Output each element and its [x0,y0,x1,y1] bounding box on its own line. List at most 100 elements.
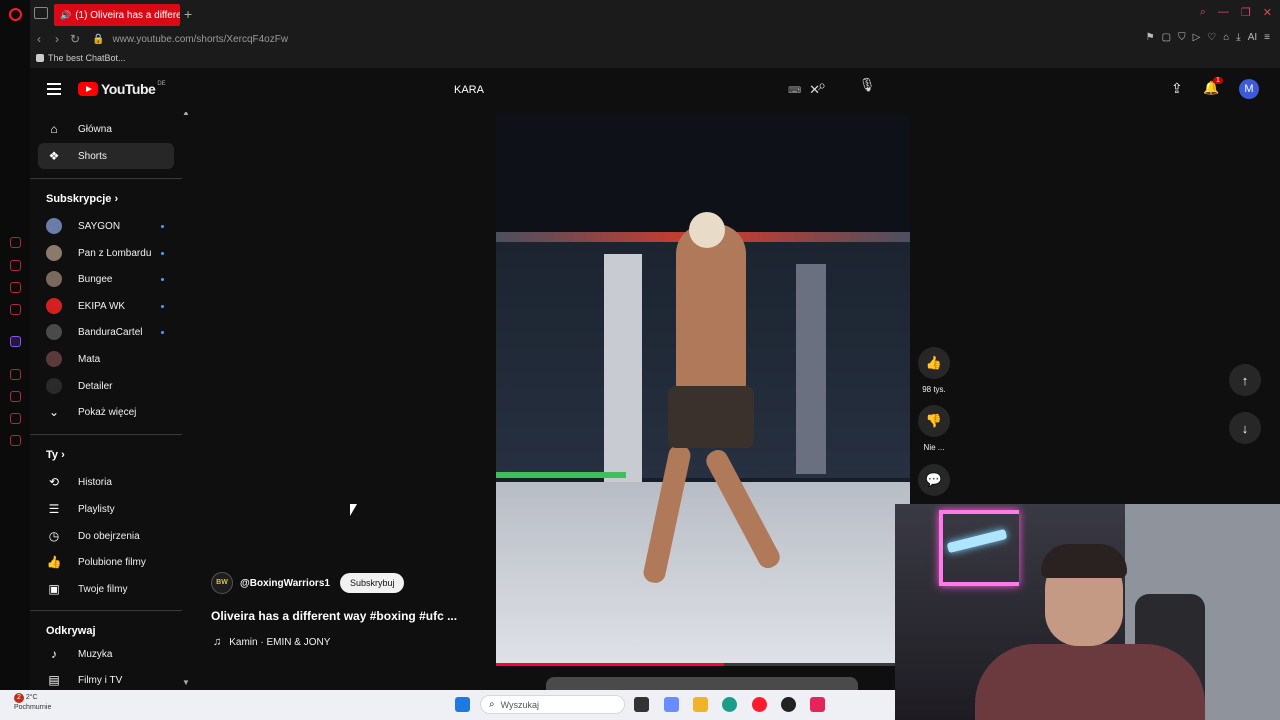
account-avatar[interactable]: M [1239,79,1259,99]
new-tab-button[interactable]: + [184,6,192,22]
wallet-icon[interactable]: ⌂ [1223,32,1229,43]
twitch-icon[interactable] [10,336,21,347]
your-videos-icon: ▣ [48,582,60,596]
short-video-player[interactable] [496,114,910,666]
sidebar-item-pan-z-lombardu[interactable]: Pan z Lombardu [38,240,174,266]
opera-sidebar [0,0,30,690]
notification-badge: 1 [1213,77,1223,84]
music-row[interactable]: ♫ Kamin · EMIN & JONY [213,636,330,648]
windows-start-icon[interactable] [455,697,470,712]
bookmark-icon[interactable]: ⚑ [1146,32,1155,43]
video-fighter [676,224,746,394]
minimize-button[interactable]: — [1218,6,1229,19]
you-heading[interactable]: Ty › [46,449,65,461]
sidebar-item-history[interactable]: ⟲ Historia [38,469,174,495]
ai-button[interactable]: AI [1248,32,1257,43]
settings-icon[interactable] [10,435,21,446]
previous-short-button[interactable]: ↑ [1229,364,1261,396]
voice-search-icon[interactable]: 🎙 [856,77,878,99]
bookmark-chatbot[interactable]: The best ChatBot... [48,53,126,63]
show-more-button[interactable]: ⌄ Pokaż więcej [38,399,174,425]
explore-heading: Odkrywaj [46,625,96,637]
sidebar-item-movies[interactable]: ▤ Filmy i TV [38,667,174,690]
sidebar-item-playlists[interactable]: ☰ Playlisty [38,496,174,522]
address-bar-icons: ⚑ ▢ ⛉ ▷ ♡ ⌂ ⤓ AI ≡ [1146,32,1270,43]
subscriptions-heading[interactable]: Subskrypcje › [46,193,118,205]
instagram-icon[interactable] [10,304,21,315]
video-cage-post [604,254,642,484]
search-tabs-icon[interactable]: ⌕ [1200,6,1206,19]
guide-menu-icon[interactable] [47,83,61,95]
like-button[interactable]: 👍 [918,347,950,379]
search-input[interactable] [442,77,789,103]
arrow-up-icon: ↑ [1241,372,1249,388]
opera-logo-icon[interactable] [9,8,22,21]
speaker-icon[interactable]: 🔊 [60,10,71,21]
short-title[interactable]: Oliveira has a different way #boxing #uf… [211,609,457,623]
aria-icon[interactable] [10,237,21,248]
new-content-dot [161,304,164,308]
sidebar-scroll-up-icon[interactable]: ▲ [182,112,190,117]
sidebar-item-home[interactable]: ⌂ Główna [38,116,174,142]
create-upload-icon[interactable]: ⇪ [1171,80,1183,97]
next-short-button[interactable]: ↓ [1229,412,1261,444]
sidebar-item-bungee[interactable]: Bungee [38,266,174,292]
dislike-button[interactable]: 👎 [918,405,950,437]
sidebar-item-mata[interactable]: Mata [38,346,174,372]
forward-button[interactable]: › [48,32,66,46]
sidebar-item-banduracartel[interactable]: BanduraCartel [38,319,174,345]
copilot-icon[interactable] [664,697,679,712]
video-progress-bar[interactable] [496,663,910,666]
sidebar-item-liked[interactable]: 👍 Polubione filmy [38,549,174,575]
history-rail-icon[interactable] [10,391,21,402]
shield-icon[interactable]: ⛉ [1178,32,1186,43]
extensions-icon[interactable] [10,413,21,424]
maximize-button[interactable]: ❐ [1241,6,1251,19]
sidebar-item-saygon[interactable]: SAYGON [38,213,174,239]
dislike-action: 👎 Nie ... [918,405,950,452]
new-content-dot [161,330,164,334]
channel-avatar [46,298,62,314]
subscribe-button[interactable]: Subskrybuj [339,573,405,593]
weather-widget[interactable]: 2 2°C Pochmurnie [14,693,51,713]
steam-icon[interactable] [781,697,796,712]
youtube-logo[interactable]: YouTube DE [78,81,166,97]
opera-taskbar-icon[interactable] [752,697,767,712]
whatsapp-icon[interactable] [10,282,21,293]
messenger-icon[interactable] [10,260,21,271]
channel-name[interactable]: @BoxingWarriors1 [240,578,330,589]
download-icon[interactable]: ⤓ [1236,32,1240,43]
player-icon[interactable]: ▷ [1193,32,1201,43]
edge-icon[interactable] [722,697,737,712]
sidebar-item-ekipa-wk[interactable]: EKIPA WK [38,293,174,319]
keyboard-icon[interactable]: ⌨ [788,85,801,96]
search-box: ⌨ ✕ [442,77,834,103]
chevron-down-icon: ⌄ [48,405,60,419]
sidebar-item-detailer[interactable]: Detailer [38,373,174,399]
task-view-icon[interactable] [634,697,649,712]
search-button[interactable]: ⌕ [810,77,834,101]
lock-icon: 🔒 [92,33,105,45]
snapshot-icon[interactable]: ▢ [1162,32,1171,43]
sidebar-item-music[interactable]: ♪ Muzyka [38,641,174,667]
reload-button[interactable]: ↻ [66,32,84,46]
sidebar-item-shorts[interactable]: ❖ Shorts [38,143,174,169]
next-short-preview[interactable] [546,677,858,690]
close-button[interactable]: ✕ [1263,6,1272,19]
sidebar-item-watch-later[interactable]: ◷ Do obejrzenia [38,523,174,549]
back-button[interactable]: ‹ [30,32,48,46]
heart-icon[interactable]: ♡ [1207,32,1216,43]
comments-button[interactable]: 💬 [918,464,950,496]
tiktok-icon[interactable] [810,697,825,712]
tab-youtube[interactable]: 🔊 (1) Oliveira has a differe [54,4,180,26]
taskbar-search[interactable]: ⌕ Wyszukaj [480,695,625,714]
file-explorer-icon[interactable] [693,697,708,712]
menu-icon[interactable]: ≡ [1264,32,1270,43]
tab-manager-icon[interactable] [34,7,48,19]
url-field[interactable]: 🔒 www.youtube.com/shorts/XercqF4ozFw [92,34,288,45]
sidebar-scroll-down-icon[interactable]: ▼ [182,678,190,687]
channel-avatar[interactable]: BW [211,572,233,594]
video-cage-post [796,264,826,474]
sidebar-item-your-videos[interactable]: ▣ Twoje filmy [38,576,174,602]
music-player-icon[interactable] [10,369,21,380]
